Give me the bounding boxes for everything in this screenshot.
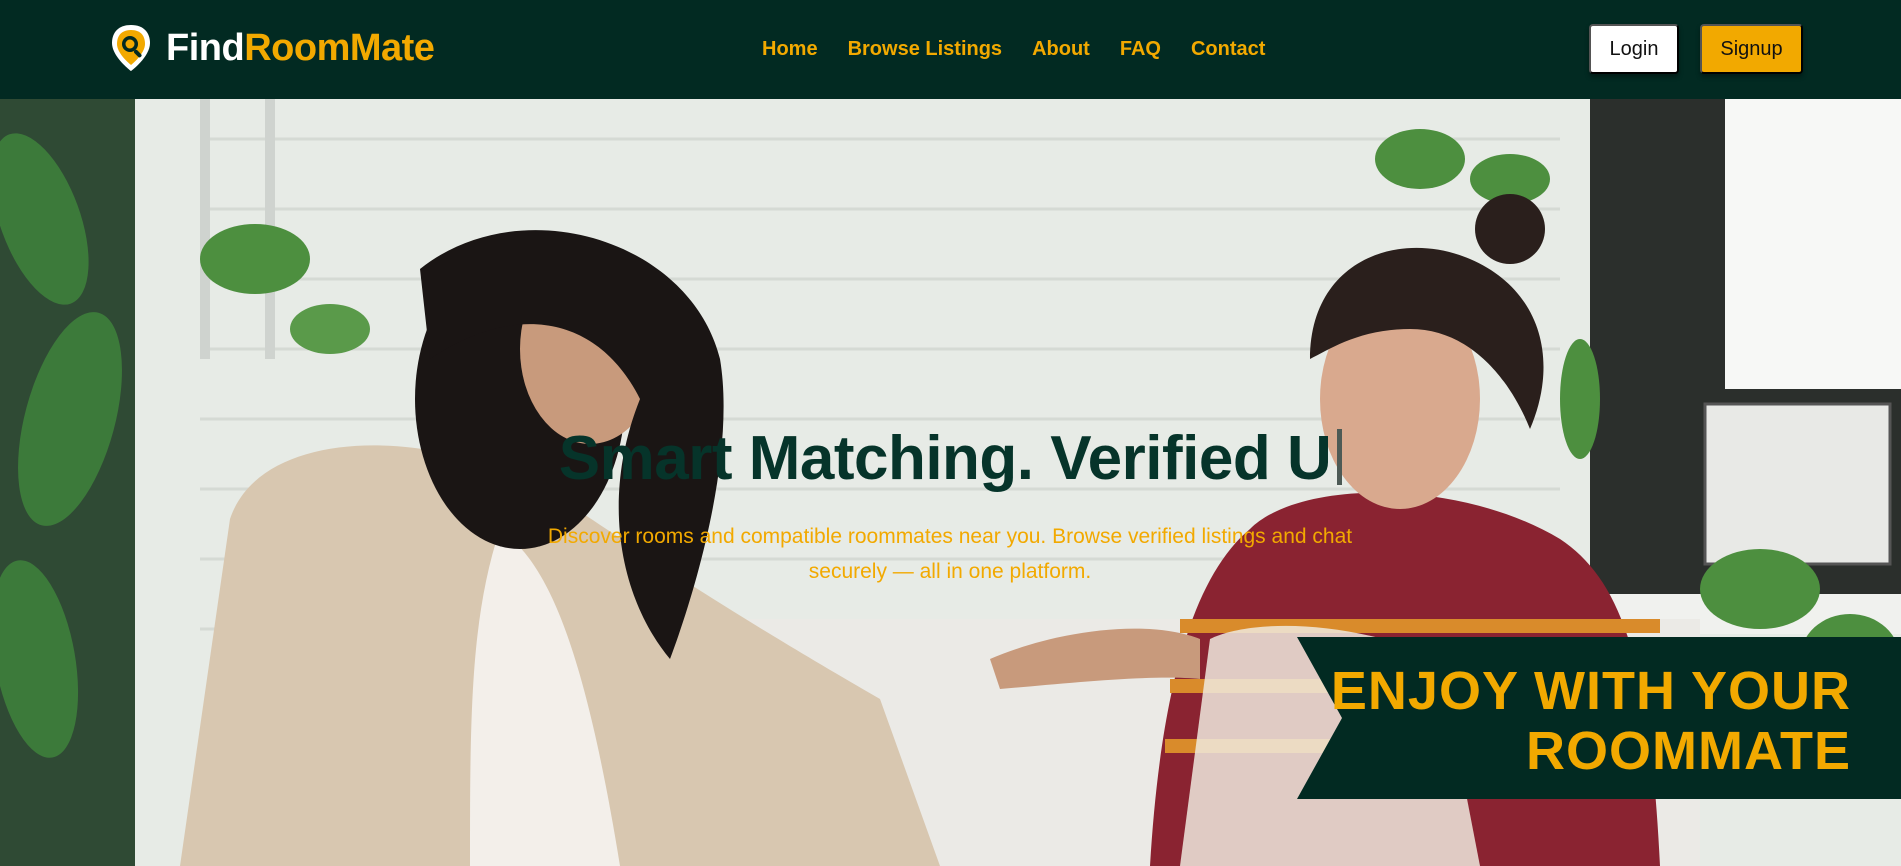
- hero-title: Smart Matching. Verified U: [0, 424, 1901, 494]
- hero-section: Smart Matching. Verified U Discover room…: [0, 99, 1901, 866]
- location-pin-search-icon: [112, 25, 150, 71]
- nav-about[interactable]: About: [1032, 36, 1090, 62]
- signup-button[interactable]: Signup: [1700, 24, 1803, 74]
- banner-line-2: ROOMMATE: [1526, 721, 1851, 781]
- typing-cursor: [1337, 429, 1343, 485]
- nav-contact[interactable]: Contact: [1191, 36, 1265, 62]
- brand-name-roommate: RoomMate: [244, 27, 435, 69]
- nav-browse-listings[interactable]: Browse Listings: [848, 36, 1002, 62]
- hero-subtitle: Discover rooms and compatible roommates …: [547, 525, 1353, 583]
- main-nav: Home Browse Listings About FAQ Contact: [762, 36, 1265, 62]
- nav-home[interactable]: Home: [762, 36, 818, 62]
- top-navbar: FindRoomMate Home Browse Listings About …: [0, 0, 1901, 99]
- login-button[interactable]: Login: [1589, 24, 1679, 74]
- nav-faq[interactable]: FAQ: [1120, 36, 1161, 62]
- banner-text: ENJOY WITH YOUR ROOMMATE: [1331, 661, 1851, 781]
- banner-line-1: ENJOY WITH YOUR: [1330, 661, 1851, 721]
- brand-name-find: Find: [166, 27, 245, 69]
- brand-logo-link[interactable]: FindRoomMate: [108, 23, 435, 73]
